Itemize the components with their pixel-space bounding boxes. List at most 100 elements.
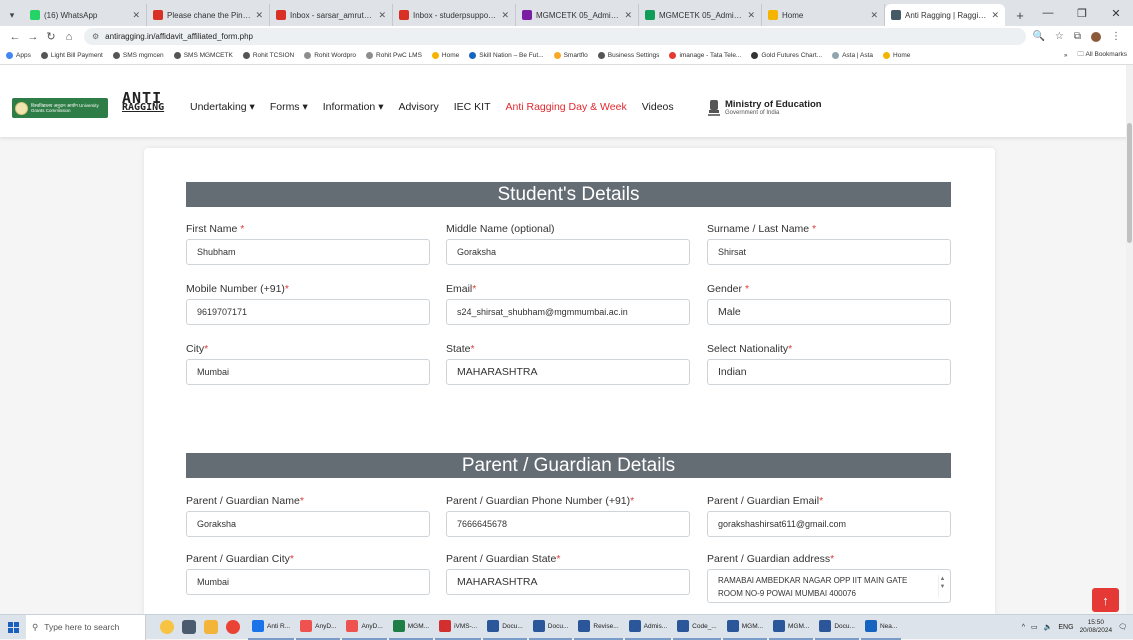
nav-item[interactable]: Videos [642,101,674,113]
nav-item[interactable]: Forms ▾ [270,101,308,113]
notifications-icon[interactable]: 🗨 [1118,623,1127,631]
parent-city-input[interactable]: Mumbai [186,569,430,595]
city-input[interactable]: Mumbai [186,359,430,385]
browser-tab[interactable]: Inbox - sarsar_amruta@m ✕ [270,4,393,26]
tab-close-icon[interactable]: ✕ [747,10,755,21]
bookmark-item[interactable]: Home [883,52,910,59]
zoom-icon[interactable]: 🔍 [1032,31,1044,42]
nav-item[interactable]: Undertaking ▾ [190,101,255,113]
tab-search-icon[interactable]: ▾ [0,4,24,26]
browser-tab[interactable]: MGMCETK 05_Admission ✕ [639,4,762,26]
email-input[interactable]: s24_shirsat_shubham@mgmmumbai.ac.in [446,299,690,325]
file-explorer-icon[interactable] [204,620,218,634]
gender-select[interactable]: Male [707,299,951,325]
maximize-icon[interactable]: ❐ [1065,7,1099,20]
network-icon[interactable]: ▭ [1031,623,1038,631]
tab-close-icon[interactable]: ✕ [378,10,386,21]
profile-avatar[interactable] [1091,31,1101,42]
language-indicator[interactable]: ENG [1058,624,1073,631]
taskbar-app[interactable]: MGM... [388,615,434,640]
minimize-icon[interactable]: — [1031,7,1065,19]
taskbar-app[interactable]: AnyD... [342,615,387,640]
extensions-icon[interactable]: ⧉ [1074,31,1081,42]
url-bar[interactable]: ⚙ antiragging.in/affidavit_affiliated_fo… [84,28,1027,45]
all-bookmarks[interactable]: 🗀 All Bookmarks [1078,50,1128,61]
bookmark-item[interactable]: Rohit Wordpro [304,52,356,59]
mobile-input[interactable]: 9619707171 [186,299,430,325]
surname-input[interactable]: Shirsat [707,239,951,265]
tab-close-icon[interactable]: ✕ [991,10,999,21]
taskbar-app[interactable]: Code_... [673,615,721,640]
clock[interactable]: 15:50 20/08/2024 [1080,619,1113,635]
site-info-icon[interactable]: ⚙ [92,32,99,41]
bookmark-star-icon[interactable]: ☆ [1055,31,1064,42]
parent-email-input[interactable]: gorakshashirsat611@gmail.com [707,511,951,537]
nationality-select[interactable]: Indian [707,359,951,385]
more-bookmarks-icon[interactable]: » [1064,52,1068,59]
bookmark-item[interactable]: Skill Nation – Be Fut... [469,52,544,59]
parent-name-input[interactable]: Goraksha [186,511,430,537]
taskbar-app[interactable]: iVMS-... [435,615,482,640]
page-scrollbar-thumb[interactable] [1127,123,1132,243]
taskbar-app[interactable]: Revise... [574,615,623,640]
taskbar-app[interactable]: Docu... [528,615,573,640]
bookmark-item[interactable]: Rohit TCSION [242,52,294,59]
bookmark-item[interactable]: SMS mgmcen [112,52,164,59]
volume-icon[interactable]: 🔈 [1044,623,1053,631]
bookmark-item[interactable]: Smartflo [553,52,588,59]
bookmark-item[interactable]: Asta | Asta [832,52,873,59]
start-button[interactable] [0,615,26,640]
bookmark-item[interactable]: Apps [6,52,31,59]
task-view-icon[interactable] [182,620,196,634]
tab-close-icon[interactable]: ✕ [624,10,632,21]
taskbar-app[interactable]: MGM... [722,615,768,640]
bookmark-item[interactable]: Light Bill Payment [40,52,103,59]
taskbar-app[interactable]: MGM... [769,615,814,640]
browser-tab[interactable]: Home ✕ [762,4,885,26]
new-tab-button[interactable]: + [1009,4,1031,26]
bookmark-item[interactable]: Gold Futures Chart... [751,52,822,59]
tray-chevron-icon[interactable]: ^ [1022,624,1025,631]
cortana-icon[interactable] [160,620,174,634]
nav-item[interactable]: Information ▾ [323,101,384,113]
taskbar-app[interactable]: Anti R... [248,615,295,640]
chrome-icon[interactable] [226,620,240,634]
bookmark-item[interactable]: Rohit PwC LMS [366,52,422,59]
close-window-icon[interactable]: ✕ [1099,7,1133,20]
parent-address-textarea[interactable]: RAMABAI AMBEDKAR NAGAR OPP IIT MAIN GATE… [707,569,951,603]
browser-tab[interactable]: (16) WhatsApp ✕ [24,4,147,26]
tab-close-icon[interactable]: ✕ [501,10,509,21]
bookmark-item[interactable]: Business Settings [597,52,659,59]
tab-close-icon[interactable]: ✕ [255,10,263,21]
nav-item[interactable]: Advisory [398,101,438,113]
ministry-of-education-logo[interactable]: Ministry of Education Government of Indi… [707,98,822,118]
bookmark-item[interactable]: Home [431,52,459,59]
state-select[interactable]: MAHARASHTRA [446,359,690,385]
back-icon[interactable]: ← [6,31,24,43]
parent-phone-input[interactable]: 7666645678 [446,511,690,537]
parent-state-select[interactable]: MAHARASHTRA [446,569,690,595]
nav-item[interactable]: Anti Ragging Day & Week [506,101,627,113]
taskbar-app[interactable]: Admis... [624,615,672,640]
taskbar-search[interactable]: ⚲ Type here to search [26,614,146,640]
forward-icon[interactable]: → [24,31,42,43]
anti-ragging-logo[interactable]: ANTI RAGGING [122,91,164,113]
taskbar-app[interactable]: Docu... [483,615,527,640]
browser-tab[interactable]: Please chane the Pincode ✕ [147,4,270,26]
home-icon[interactable]: ⌂ [60,31,78,43]
taskbar-app[interactable]: Docu... [815,615,859,640]
browser-tab[interactable]: MGMCETK 05_Admission ✕ [516,4,639,26]
taskbar-app[interactable]: AnyD... [296,615,341,640]
browser-tab[interactable]: Inbox - studerpsupport@ ✕ [393,4,516,26]
ugc-logo[interactable]: विश्वविद्यालय अनुदान आयोग University Gra… [12,98,108,118]
tab-close-icon[interactable]: ✕ [132,10,140,21]
menu-kebab-icon[interactable]: ⋮ [1111,31,1121,42]
browser-tab[interactable]: Anti Ragging | Ragging in ✕ [885,4,1005,26]
nav-item[interactable]: IEC KIT [454,101,491,113]
textarea-spinner-icon[interactable]: ▲ ▼ [938,575,946,597]
tab-close-icon[interactable]: ✕ [870,10,878,21]
bookmark-item[interactable]: SMS MGMCETK [173,52,233,59]
first-name-input[interactable]: Shubham [186,239,430,265]
middle-name-input[interactable]: Goraksha [446,239,690,265]
scroll-to-top-button[interactable]: ↑ [1092,588,1119,612]
